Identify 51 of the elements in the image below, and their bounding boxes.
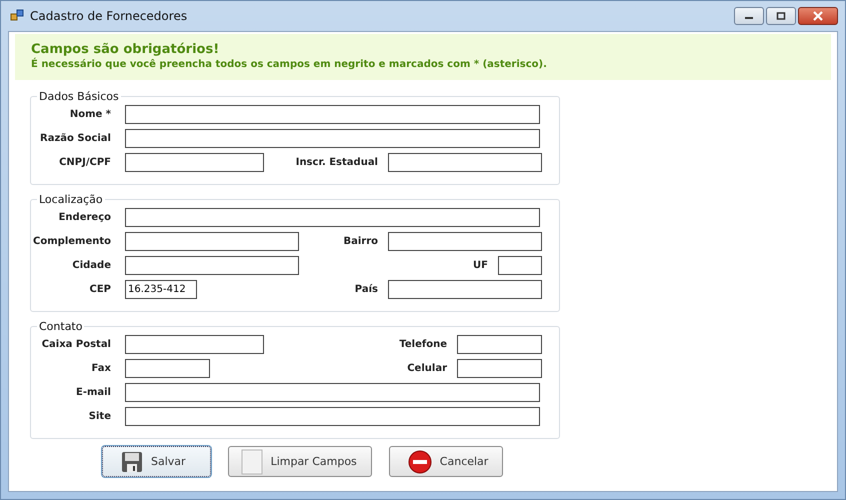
text-field[interactable] bbox=[125, 153, 264, 172]
text-field[interactable]: 16.235-412 bbox=[125, 280, 197, 299]
cancel-button[interactable]: Cancelar bbox=[388, 446, 504, 477]
field-label: Caixa Postal bbox=[40, 339, 111, 350]
group-title: Contato bbox=[38, 320, 84, 333]
clear-button[interactable]: Limpar Campos bbox=[228, 446, 372, 477]
field-label: Cidade bbox=[71, 260, 111, 271]
field-label: País bbox=[354, 284, 378, 295]
field-label: Telefone bbox=[399, 339, 447, 350]
save-button[interactable]: Salvar bbox=[102, 446, 211, 477]
field-label: E-mail bbox=[74, 387, 111, 398]
text-field[interactable] bbox=[457, 359, 542, 378]
group-title: Localização bbox=[38, 193, 104, 206]
field-label: Complemento bbox=[32, 236, 111, 247]
text-field[interactable] bbox=[125, 256, 299, 275]
text-field[interactable] bbox=[457, 335, 542, 354]
field-label: Celular bbox=[407, 363, 447, 374]
maximize-button[interactable] bbox=[766, 7, 796, 25]
text-field[interactable] bbox=[125, 105, 540, 124]
notice-text: É necessário que você preencha todos os campos em negrito e marcados com * (asterisco). bbox=[31, 59, 548, 70]
field-label: Inscr. Estadual bbox=[296, 157, 378, 168]
stop-icon bbox=[408, 450, 432, 474]
field-label: Nome * bbox=[68, 109, 111, 120]
field-label: Endereço bbox=[58, 212, 111, 223]
text-field[interactable] bbox=[125, 407, 540, 426]
field-label: Razão Social bbox=[39, 133, 111, 144]
text-field[interactable] bbox=[125, 129, 540, 148]
group-title: Dados Básicos bbox=[38, 90, 120, 103]
text-field[interactable] bbox=[125, 208, 540, 227]
text-field[interactable] bbox=[125, 335, 264, 354]
field-label: Bairro bbox=[343, 236, 378, 247]
field-label: UF bbox=[473, 260, 488, 271]
text-field[interactable] bbox=[388, 280, 542, 299]
text-field[interactable] bbox=[125, 232, 299, 251]
close-button[interactable] bbox=[798, 7, 838, 25]
field-label: CEP bbox=[88, 284, 111, 295]
app-icon bbox=[10, 9, 24, 23]
field-label: Fax bbox=[90, 363, 111, 374]
text-field[interactable] bbox=[125, 383, 540, 402]
text-field[interactable] bbox=[388, 232, 542, 251]
notice-title: Campos são obrigatórios! bbox=[31, 42, 220, 57]
blank-page-icon bbox=[240, 448, 263, 474]
maximize-icon bbox=[776, 12, 786, 20]
field-label: CNPJ/CPF bbox=[58, 157, 111, 168]
text-field[interactable] bbox=[125, 359, 210, 378]
text-field[interactable] bbox=[498, 256, 542, 275]
close-icon bbox=[812, 11, 824, 21]
field-label: Site bbox=[88, 411, 111, 422]
minimize-button[interactable] bbox=[734, 7, 764, 25]
text-field[interactable] bbox=[388, 153, 542, 172]
window-title: Cadastro de Fornecedores bbox=[30, 9, 188, 23]
